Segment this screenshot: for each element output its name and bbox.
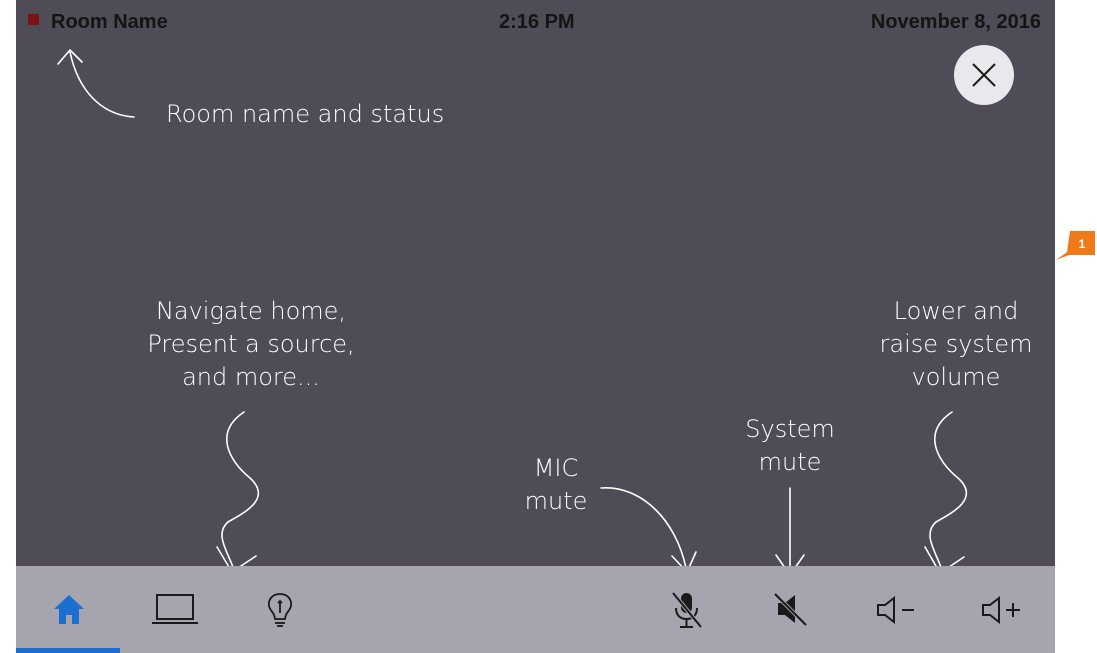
- present-source-button[interactable]: [136, 566, 240, 653]
- home-button[interactable]: [16, 566, 120, 653]
- speaker-mute-icon: [773, 592, 808, 627]
- selected-indicator: [16, 648, 120, 653]
- volume-down-button[interactable]: [866, 566, 936, 653]
- lights-button[interactable]: [240, 566, 320, 653]
- home-icon: [54, 595, 84, 624]
- bottom-nav-bar: [16, 566, 1055, 653]
- lightbulb-icon: [267, 593, 293, 627]
- mic-mute-icon: [671, 591, 703, 629]
- callout-badge: 1: [1055, 230, 1097, 260]
- system-mute-button[interactable]: [761, 566, 821, 653]
- volume-up-icon: [982, 596, 1020, 624]
- volume-up-button[interactable]: [971, 566, 1041, 653]
- volume-down-icon: [877, 596, 914, 624]
- arrow-room-status: [69, 51, 135, 118]
- arrow-navigate: [221, 411, 259, 571]
- annotation-arrows: [57, 49, 967, 576]
- callout-number: 1: [1078, 237, 1086, 251]
- laptop-icon: [152, 594, 198, 624]
- mic-mute-button[interactable]: [656, 566, 716, 653]
- arrow-mic-mute: [600, 487, 687, 569]
- touch-panel-screen: Room Name 2:16 PM November 8, 2016 Room …: [16, 0, 1055, 653]
- arrow-volume: [929, 411, 967, 571]
